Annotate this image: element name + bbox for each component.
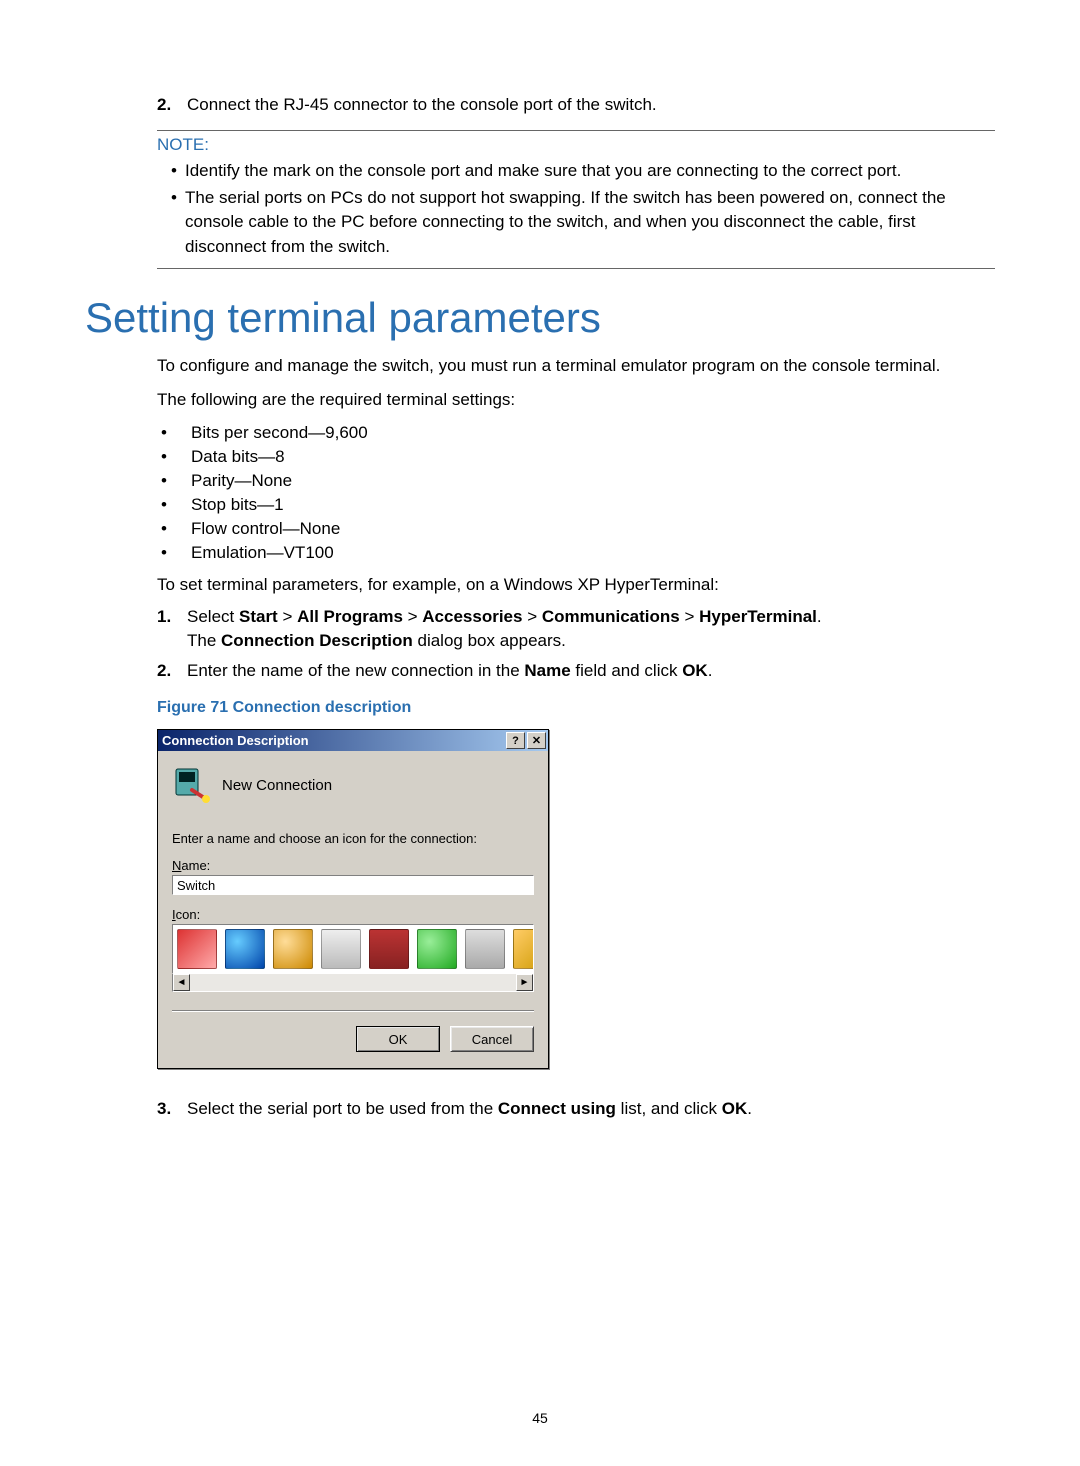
icon-label: Icon:	[172, 907, 534, 922]
dialog-heading: New Connection	[222, 777, 332, 794]
settings-text: Stop bits—1	[191, 495, 284, 515]
ok-button[interactable]: OK	[356, 1026, 440, 1052]
phone-red-icon[interactable]	[177, 929, 217, 969]
bullet-dot: •	[157, 447, 191, 467]
bullet-dot: •	[157, 423, 191, 443]
step-text: Connect the RJ-45 connector to the conso…	[187, 95, 995, 115]
bullet-dot: •	[157, 495, 191, 515]
section-heading: Setting terminal parameters	[85, 294, 995, 342]
icon-picker[interactable]	[172, 924, 534, 974]
phone-gold-icon[interactable]	[513, 929, 534, 969]
step-number: 2.	[157, 661, 187, 681]
hyperterminal-icon	[172, 765, 212, 805]
close-button[interactable]: ✕	[527, 732, 546, 749]
bullet-dot: •	[171, 159, 185, 184]
settings-item: •Stop bits—1	[157, 495, 995, 515]
dialog-titlebar[interactable]: Connection Description ? ✕	[158, 730, 548, 751]
settings-text: Emulation—VT100	[191, 543, 334, 563]
settings-text: Flow control—None	[191, 519, 340, 539]
bullet-dot: •	[157, 543, 191, 563]
phone-doc-icon[interactable]	[465, 929, 505, 969]
note-bullet: •The serial ports on PCs do not support …	[171, 186, 995, 260]
globe-blue-icon[interactable]	[225, 929, 265, 969]
settings-item: •Data bits—8	[157, 447, 995, 467]
paragraph: To configure and manage the switch, you …	[157, 354, 995, 379]
step-number: 3.	[157, 1099, 187, 1119]
dialog-title: Connection Description	[162, 733, 504, 748]
settings-item: •Bits per second—9,600	[157, 423, 995, 443]
settings-item: •Parity—None	[157, 471, 995, 491]
settings-list: •Bits per second—9,600•Data bits—8•Parit…	[157, 423, 995, 563]
step-1: 1.Select Start > All Programs > Accessor…	[85, 607, 995, 651]
bullet-dot: •	[171, 186, 185, 260]
settings-item: •Emulation—VT100	[157, 543, 995, 563]
step-text: Select the serial port to be used from t…	[187, 1099, 995, 1119]
scrollbar[interactable]: ◄ ►	[172, 974, 534, 992]
scroll-right-button[interactable]: ►	[516, 974, 533, 991]
globe-green-icon[interactable]	[417, 929, 457, 969]
figure-caption: Figure 71 Connection description	[157, 699, 995, 717]
step-number: 1.	[157, 607, 187, 651]
scroll-left-button[interactable]: ◄	[173, 974, 190, 991]
computer-paper-icon[interactable]	[321, 929, 361, 969]
step-3: 3. Select the serial port to be used fro…	[85, 1099, 995, 1119]
note-box: NOTE: •Identify the mark on the console …	[157, 130, 995, 269]
step-2-top: 2. Connect the RJ-45 connector to the co…	[85, 95, 995, 115]
globe-cable-icon[interactable]	[273, 929, 313, 969]
name-label: Name:	[172, 858, 534, 873]
note-label: NOTE:	[157, 135, 995, 155]
connection-description-dialog: Connection Description ? ✕ New Connectio…	[157, 729, 549, 1069]
bullet-dot: •	[157, 471, 191, 491]
bullet-dot: •	[157, 519, 191, 539]
paragraph: To set terminal parameters, for example,…	[157, 573, 995, 598]
scroll-track[interactable]	[190, 974, 516, 991]
mci-badge-icon[interactable]	[369, 929, 409, 969]
cancel-button[interactable]: Cancel	[450, 1026, 534, 1052]
settings-item: •Flow control—None	[157, 519, 995, 539]
dialog-instruction: Enter a name and choose an icon for the …	[172, 831, 534, 846]
name-input[interactable]	[172, 875, 534, 895]
step-text: Select Start > All Programs > Accessorie…	[187, 607, 995, 651]
note-bullet: •Identify the mark on the console port a…	[171, 159, 995, 184]
settings-text: Bits per second—9,600	[191, 423, 368, 443]
settings-text: Data bits—8	[191, 447, 285, 467]
page-number: 45	[0, 1410, 1080, 1426]
bullet-text: Identify the mark on the console port an…	[185, 159, 901, 184]
paragraph: The following are the required terminal …	[157, 388, 995, 413]
help-button[interactable]: ?	[506, 732, 525, 749]
step-text: Enter the name of the new connection in …	[187, 661, 995, 681]
step-number: 2.	[157, 95, 187, 115]
step-2: 2.Enter the name of the new connection i…	[85, 661, 995, 681]
bullet-text: The serial ports on PCs do not support h…	[185, 186, 995, 260]
settings-text: Parity—None	[191, 471, 292, 491]
separator	[172, 1010, 534, 1012]
